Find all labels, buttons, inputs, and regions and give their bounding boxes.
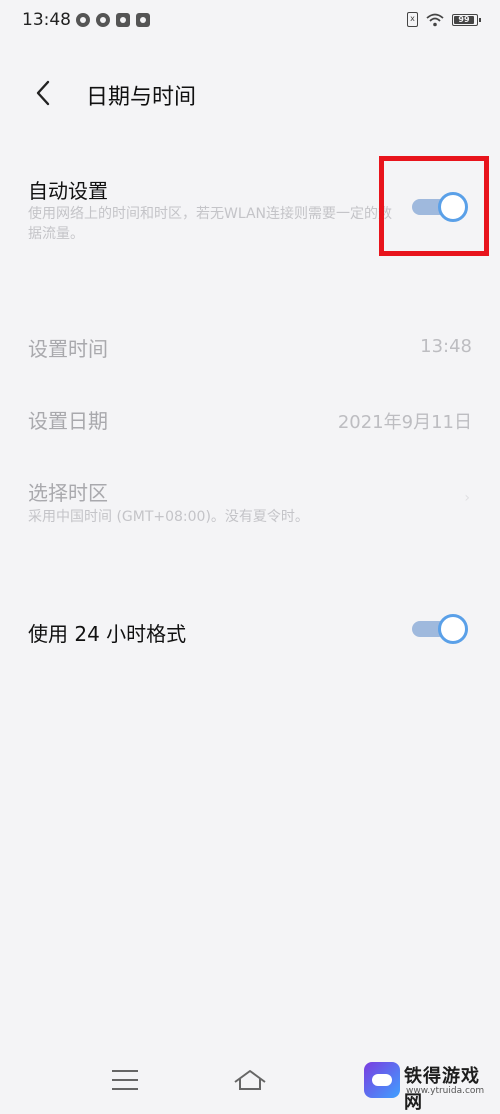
highlight-box — [379, 156, 489, 256]
set-time-row[interactable]: 设置时间 13:48 — [0, 328, 500, 368]
status-bar: 13:48 x 99 — [0, 0, 500, 44]
home-icon[interactable] — [232, 1066, 268, 1096]
chevron-right-icon: › — [464, 490, 470, 506]
watermark: 铁得游戏网 www.ytruida.com — [364, 1060, 494, 1113]
timezone-title: 选择时区 — [28, 481, 108, 505]
auto-setting-title: 自动设置 — [28, 179, 108, 203]
toggle-knob — [438, 614, 468, 644]
set-date-row[interactable]: 设置日期 2021年9月11日 — [0, 400, 500, 440]
auto-setting-desc: 使用网络上的时间和时区，若无WLAN连接则需要一定的数据流量。 — [28, 206, 393, 242]
header: 日期与时间 — [0, 70, 500, 114]
wechat-icon — [76, 13, 90, 27]
timezone-row[interactable]: 选择时区 采用中国时间 (GMT+08:00)。没有夏令时。 › — [0, 472, 500, 532]
watermark-logo-icon — [364, 1062, 400, 1098]
menu-icon[interactable] — [112, 1070, 138, 1092]
status-right: x 99 — [407, 12, 481, 27]
sim-icon: x — [407, 12, 418, 27]
mail-icon — [116, 13, 130, 27]
battery-level: 99 — [454, 15, 474, 24]
format24-title: 使用 24 小时格式 — [28, 622, 187, 646]
status-time: 13:48 — [22, 10, 71, 30]
set-time-value: 13:48 — [420, 336, 472, 357]
page-title: 日期与时间 — [86, 85, 197, 110]
timezone-desc: 采用中国时间 (GMT+08:00)。没有夏令时。 — [28, 509, 309, 525]
wifi-icon — [426, 13, 444, 26]
notification-icons — [76, 13, 150, 27]
location-icon — [96, 13, 110, 27]
set-date-title: 设置日期 — [28, 409, 108, 433]
format24-toggle[interactable] — [412, 614, 470, 644]
battery-icon: 99 — [452, 13, 481, 26]
set-time-title: 设置时间 — [28, 337, 108, 361]
format24-row[interactable]: 使用 24 小时格式 — [0, 610, 500, 654]
video-icon — [136, 13, 150, 27]
back-icon[interactable] — [28, 76, 62, 110]
set-date-value: 2021年9月11日 — [337, 412, 472, 433]
watermark-url: www.ytruida.com — [406, 1086, 485, 1096]
